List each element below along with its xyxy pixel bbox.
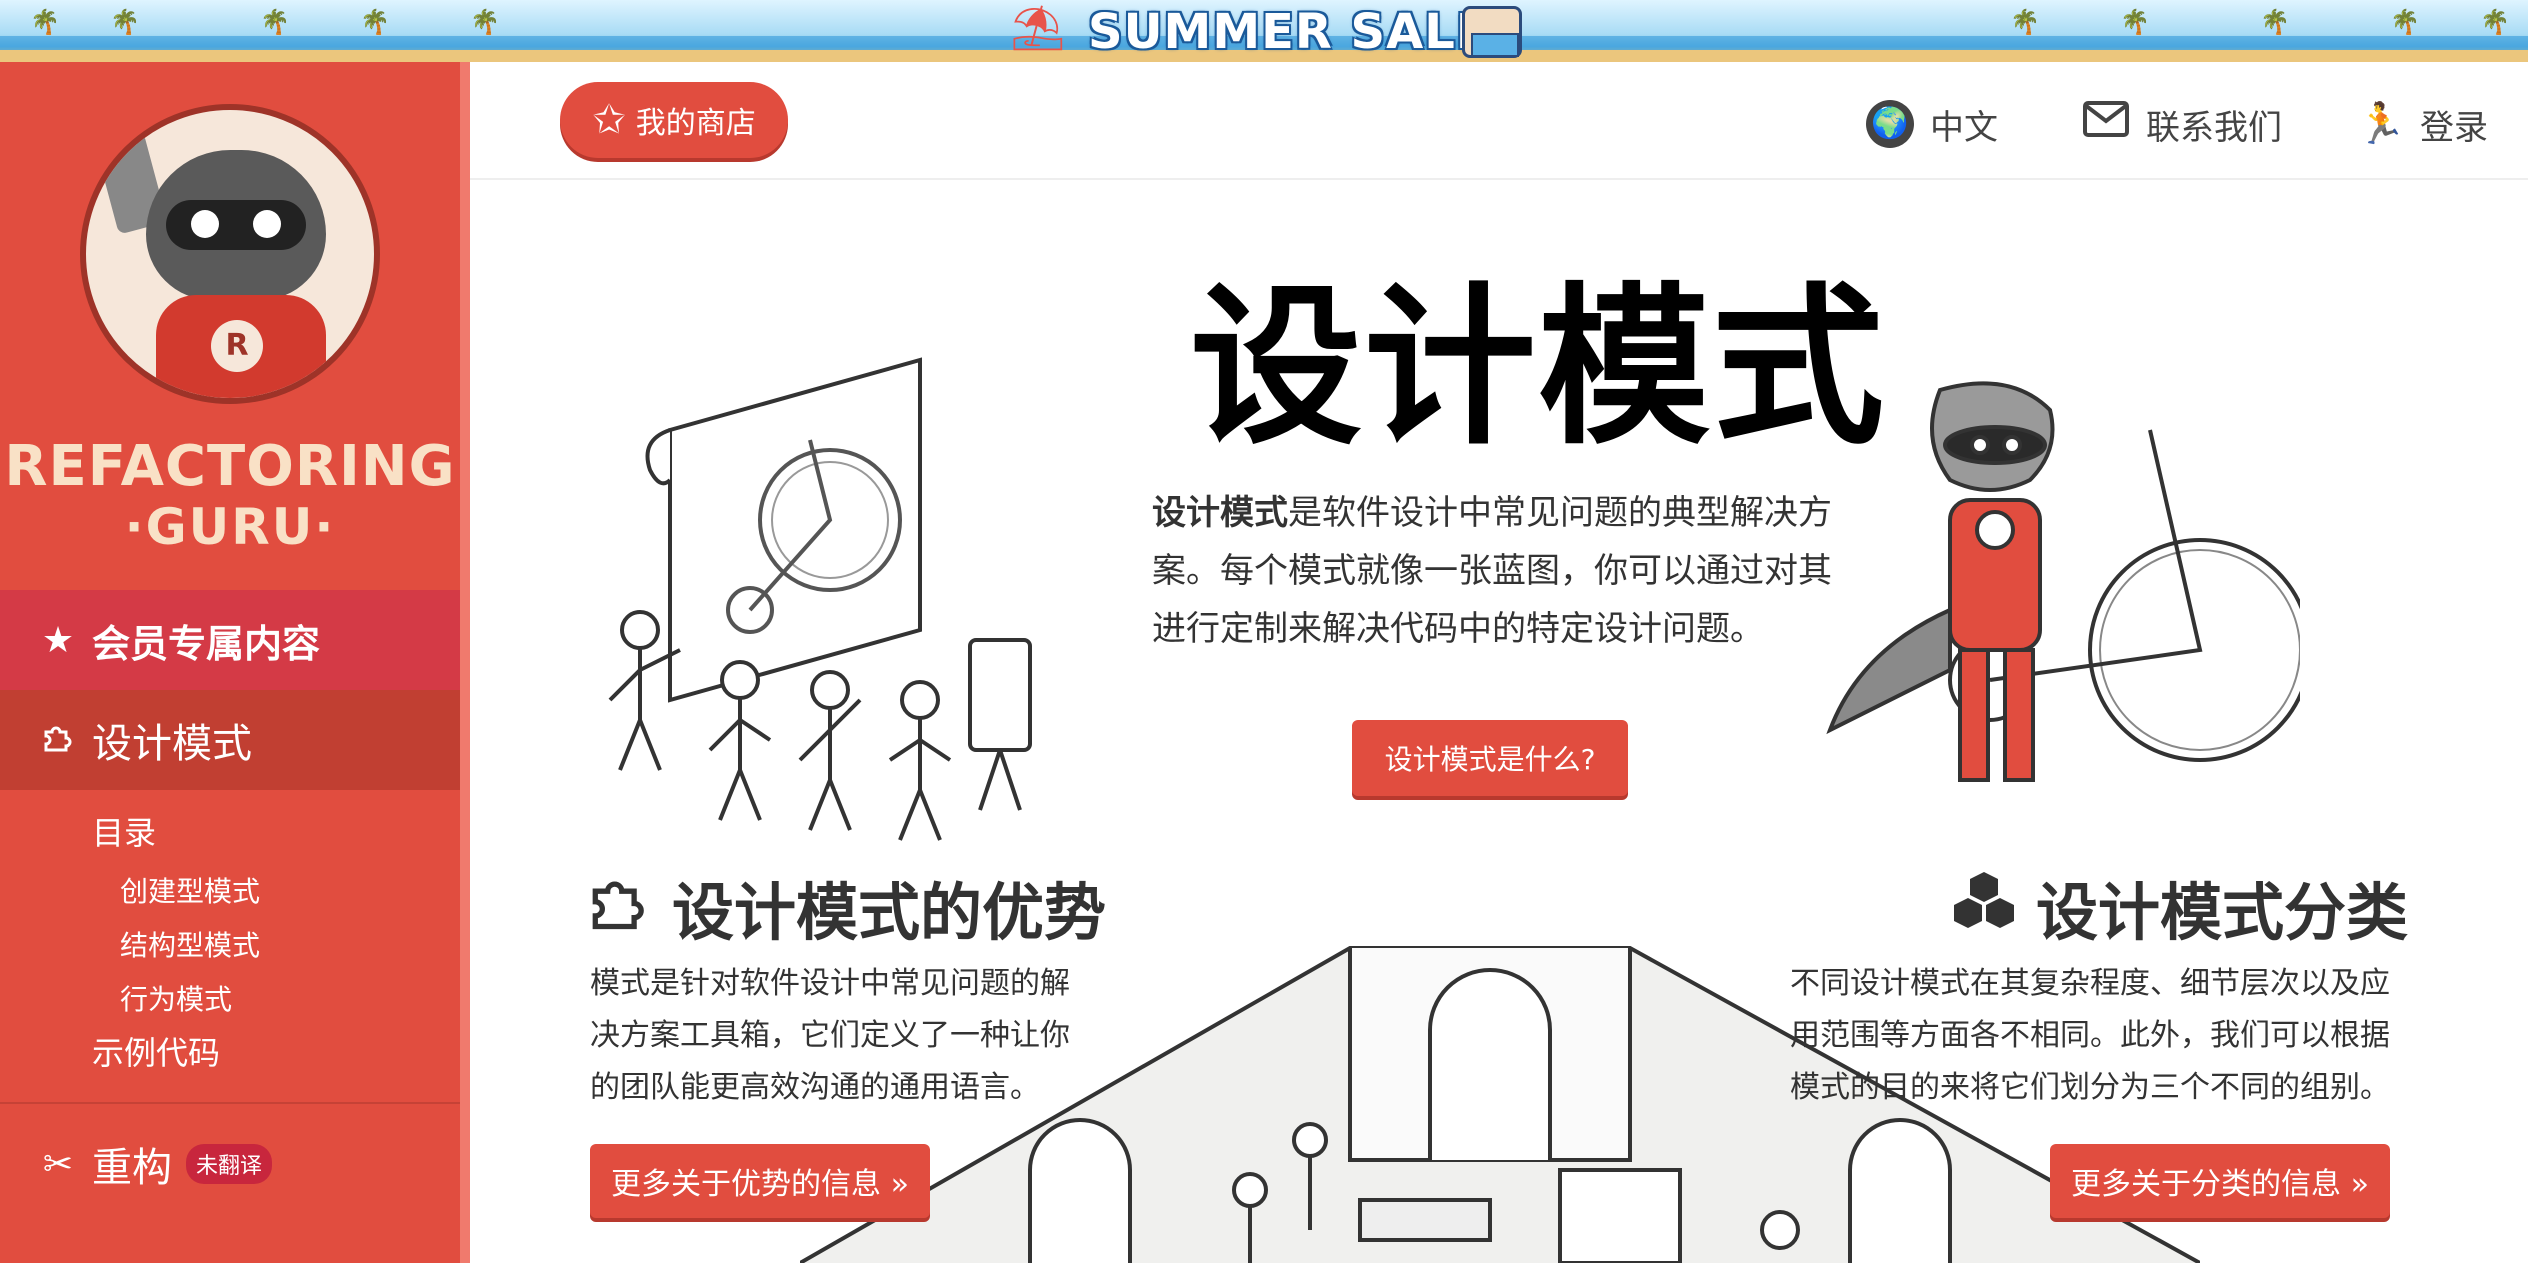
sidebar: R REFACTORING ·GURU· ★ 会员专属内容 设计模式 目录 创建… xyxy=(0,62,470,1263)
brand-name[interactable]: REFACTORING xyxy=(0,434,460,499)
sidebar-item-label: 会员专属内容 xyxy=(92,621,321,666)
benefits-heading: 设计模式的优势 xyxy=(588,862,1106,952)
summer-sale-banner[interactable]: 🌴 🌴 🌴 🌴 🌴 🌴 🌴 🌴 🌴 🌴 ⛱ SUMMER SALE xyxy=(0,0,2528,62)
palm-tree-icon: 🌴 xyxy=(30,8,60,36)
classification-title: 设计模式分类 xyxy=(2036,876,2409,949)
runner-icon: 🏃 xyxy=(2356,101,2406,147)
palm-tree-icon: 🌴 xyxy=(470,8,500,36)
benefits-text: 模式是针对软件设计中常见问题的解决方案工具箱，它们定义了一种让你的团队能更高效沟… xyxy=(590,966,1070,1105)
scissors-icon: ✂ xyxy=(42,1143,74,1185)
palm-tree-icon: 🌴 xyxy=(2260,8,2290,36)
benefits-title: 设计模式的优势 xyxy=(672,876,1107,949)
raccoon-bicycle-illustration xyxy=(1826,381,2300,782)
logo-mask xyxy=(166,200,306,250)
what-is-pattern-button[interactable]: 设计模式是什么? xyxy=(1352,720,1628,796)
my-shop-label: 我的商店 xyxy=(635,106,756,141)
hero-description: 设计模式是软件设计中常见问题的典型解决方案。每个模式就像一张蓝图，你可以通过对其… xyxy=(1152,484,1842,658)
classification-text: 不同设计模式在其复杂程度、细节层次以及应用范围等方面各不相同。此外，我们可以根据… xyxy=(1790,966,2390,1105)
palm-tree-icon: 🌴 xyxy=(360,8,390,36)
sidebar-item-design-patterns[interactable]: 设计模式 xyxy=(0,690,460,790)
sidebar-item-toc[interactable]: 目录 xyxy=(92,808,156,854)
banner-title: SUMMER SALE xyxy=(1088,4,1490,60)
more-classification-button[interactable]: 更多关于分类的信息 » xyxy=(2050,1144,2390,1218)
palm-tree-icon: 🌴 xyxy=(2120,8,2150,36)
sidebar-item-label: 设计模式 xyxy=(92,721,252,767)
sidebar-item-label: 重构 xyxy=(92,1145,172,1191)
palm-tree-icon: 🌴 xyxy=(260,8,290,36)
hero-description-bold: 设计模式 xyxy=(1152,493,1288,533)
puzzle-icon xyxy=(38,718,78,763)
palm-tree-icon: 🌴 xyxy=(2390,8,2420,36)
beach-umbrella-icon: ⛱ xyxy=(1010,3,1066,54)
cubes-icon xyxy=(1952,872,2016,942)
logo-eye xyxy=(191,210,219,238)
language-label: 中文 xyxy=(1930,107,1998,148)
logo-eye xyxy=(253,210,281,238)
top-header: ✩ 我的商店 🌍 中文 联系我们 🏃 登录 xyxy=(470,62,2528,180)
reader-icon xyxy=(1462,6,1522,58)
sidebar-item-behavioral[interactable]: 行为模式 xyxy=(120,978,232,1018)
sidebar-item-refactoring[interactable]: ✂ 重构 未翻译 xyxy=(0,1122,460,1206)
contact-link[interactable]: 联系我们 xyxy=(2082,100,2282,148)
contact-label: 联系我们 xyxy=(2146,107,2282,148)
palm-tree-icon: 🌴 xyxy=(110,8,140,36)
my-shop-button[interactable]: ✩ 我的商店 xyxy=(560,82,788,158)
people-illustration xyxy=(608,610,1032,841)
more-benefits-button[interactable]: 更多关于优势的信息 » xyxy=(590,1144,930,1218)
logo-r-emblem: R xyxy=(211,320,263,372)
sidebar-item-premium[interactable]: ★ 会员专属内容 xyxy=(0,590,460,690)
sidebar-item-structural[interactable]: 结构型模式 xyxy=(120,924,260,964)
envelope-icon xyxy=(2082,100,2130,148)
language-switch[interactable]: 🌍 中文 xyxy=(1866,100,1998,148)
sidebar-item-creational[interactable]: 创建型模式 xyxy=(120,870,260,910)
puzzle-icon xyxy=(588,870,652,944)
classification-heading: 设计模式分类 xyxy=(1952,862,2408,952)
star-icon: ★ xyxy=(41,619,75,661)
raccoon-logo[interactable]: R xyxy=(80,104,380,404)
login-link[interactable]: 🏃 登录 xyxy=(2356,100,2488,148)
globe-icon: 🌍 xyxy=(1866,100,1914,148)
sidebar-divider xyxy=(0,1102,460,1104)
page-title: 设计模式 xyxy=(1190,267,1886,468)
login-label: 登录 xyxy=(2420,107,2488,148)
sidebar-item-examples[interactable]: 示例代码 xyxy=(92,1028,220,1074)
untranslated-badge: 未翻译 xyxy=(186,1144,273,1184)
brand-subname[interactable]: ·GURU· xyxy=(0,498,460,556)
star-icon: ✩ xyxy=(592,97,626,143)
palm-tree-icon: 🌴 xyxy=(2010,8,2040,36)
palm-tree-icon: 🌴 xyxy=(2480,8,2510,36)
